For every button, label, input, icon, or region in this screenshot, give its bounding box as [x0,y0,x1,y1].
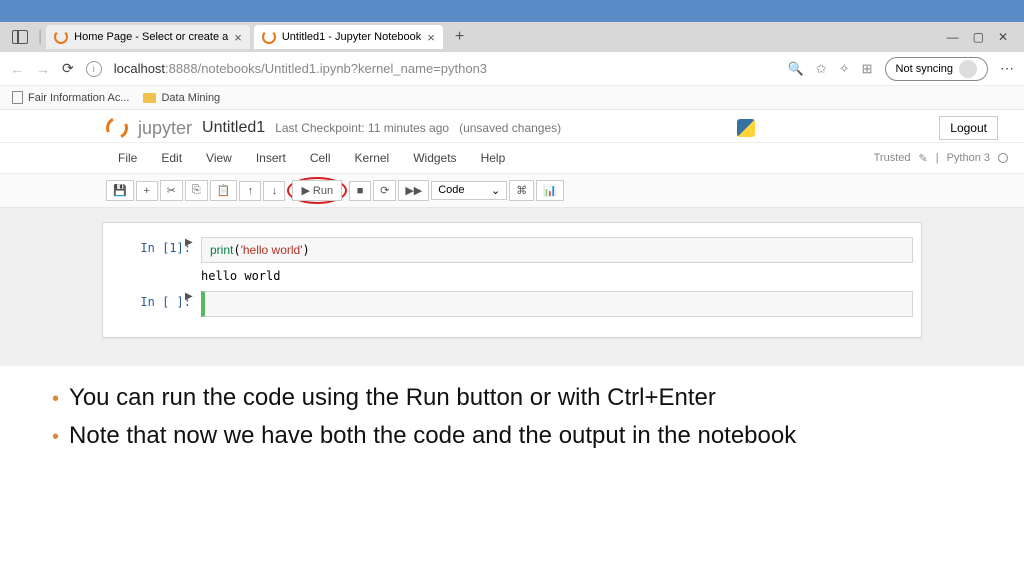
new-tab-button[interactable]: + [447,28,472,46]
play-icon: ▶ [301,184,309,197]
slide-bullets: You can run the code using the Run butto… [0,366,1024,478]
bookmark-label: Data Mining [161,92,220,104]
close-window-icon[interactable]: ✕ [998,30,1008,44]
zoom-icon[interactable]: 🔍 [788,61,804,77]
bookmark-label: Fair Information Ac... [28,92,129,104]
more-menu-button[interactable]: ⋯ [1000,60,1014,77]
menu-help[interactable]: Help [469,147,518,169]
move-up-button[interactable]: ↑ [239,181,261,201]
add-cell-button[interactable]: + [136,181,158,201]
logout-button[interactable]: Logout [939,116,998,140]
run-cell-icon[interactable]: ▶ [185,291,193,302]
copy-button[interactable]: ⎘ [185,180,208,201]
code-input[interactable] [201,291,913,317]
collections-icon[interactable]: ✧ [839,61,850,77]
tab-title: Untitled1 - Jupyter Notebook [282,31,421,43]
run-button-highlight: ▶Run [287,177,347,204]
code-input[interactable]: print('hello world') [201,237,913,263]
menu-widgets[interactable]: Widgets [401,147,468,169]
chart-icon[interactable]: 📊 [536,180,564,201]
jupyter-favicon-icon [54,30,68,44]
notebook-area: In [1]: ▶ print('hello world') hello wor… [0,208,1024,366]
bookmarks-bar: Fair Information Ac... Data Mining [0,86,1024,110]
python-logo-icon [737,119,755,137]
menu-view[interactable]: View [194,147,244,169]
cell-output: hello world [201,263,913,285]
url-host: localhost [114,61,165,76]
menu-file[interactable]: File [106,147,149,169]
notebook-name[interactable]: Untitled1 [202,119,265,137]
panel-toggle-icon[interactable] [12,30,28,44]
close-icon[interactable]: × [234,30,242,45]
url-field[interactable]: localhost:8888/notebooks/Untitled1.ipynb… [114,61,776,76]
unsaved-text: (unsaved changes) [459,121,561,135]
maximize-icon[interactable]: ▢ [973,30,984,44]
extensions-icon[interactable]: ⊞ [862,61,873,77]
kernel-name[interactable]: Python 3 [947,152,990,164]
move-down-button[interactable]: ↓ [263,181,285,201]
notebook-container: In [1]: ▶ print('hello world') hello wor… [102,222,922,338]
cell-type-select[interactable]: Code⌄ [431,181,507,200]
forward-button[interactable]: → [36,61,50,77]
toolbar: 💾 + ✂ ⎘ 📋 ↑ ↓ ▶Run ■ ⟳ ▶▶ Code⌄ ⌘ 📊 [0,174,1024,208]
menu-insert[interactable]: Insert [244,147,298,169]
sync-label: Not syncing [896,63,953,75]
tab-home-page[interactable]: Home Page - Select or create a × [46,25,250,49]
menu-edit[interactable]: Edit [149,147,194,169]
jupyter-logo-icon [103,114,131,142]
run-button[interactable]: ▶Run [292,180,342,201]
code-cell-1[interactable]: In [1]: ▶ print('hello world') hello wor… [111,237,913,285]
avatar-icon [959,60,977,78]
menu-bar: File Edit View Insert Cell Kernel Widget… [0,142,1024,174]
trusted-label: Trusted [874,152,911,164]
profile-sync-button[interactable]: Not syncing [885,57,988,81]
address-bar: ← → ⟳ i localhost:8888/notebooks/Untitle… [0,52,1024,86]
save-button[interactable]: 💾 [106,180,134,201]
minimize-icon[interactable]: — [947,30,959,44]
favorite-icon[interactable]: ✩ [816,61,827,77]
edit-icon[interactable]: ✎ [919,152,928,165]
tab-title: Home Page - Select or create a [74,31,228,43]
cut-button[interactable]: ✂ [160,180,183,201]
jupyter-header: jupyter Untitled1 Last Checkpoint: 11 mi… [0,110,1024,142]
restart-run-all-button[interactable]: ▶▶ [398,180,429,201]
bookmark-data-mining[interactable]: Data Mining [143,92,220,104]
browser-tab-bar: | Home Page - Select or create a × Untit… [0,22,1024,52]
checkpoint-text: Last Checkpoint: 11 minutes ago [275,121,449,135]
site-info-icon[interactable]: i [86,61,102,77]
folder-icon [143,93,156,103]
refresh-button[interactable]: ⟳ [62,60,74,77]
kernel-idle-icon [998,153,1008,163]
interrupt-button[interactable]: ■ [349,181,371,201]
menu-kernel[interactable]: Kernel [343,147,402,169]
run-cell-icon[interactable]: ▶ [185,237,193,248]
bullet-2: Note that now we have both the code and … [52,422,972,452]
window-controls: — ▢ ✕ [937,30,1018,44]
slide-top-bar [0,0,1024,22]
jupyter-brand: jupyter [138,118,192,139]
close-icon[interactable]: × [427,30,435,45]
restart-button[interactable]: ⟳ [373,180,396,201]
code-cell-2[interactable]: In [ ]: ▶ [111,291,913,317]
bookmark-fair-info[interactable]: Fair Information Ac... [12,91,129,104]
paste-button[interactable]: 📋 [210,180,238,201]
back-button[interactable]: ← [10,61,24,77]
chevron-down-icon: ⌄ [491,184,500,197]
divider: | [936,152,939,164]
tab-untitled1[interactable]: Untitled1 - Jupyter Notebook × [254,25,443,49]
page-icon [12,91,23,104]
url-path: :8888/notebooks/Untitled1.ipynb?kernel_n… [165,61,487,76]
command-palette-button[interactable]: ⌘ [509,180,534,201]
jupyter-favicon-icon [262,30,276,44]
tab-divider: | [38,28,42,46]
bullet-1: You can run the code using the Run butto… [52,384,972,414]
menu-cell[interactable]: Cell [298,147,343,169]
